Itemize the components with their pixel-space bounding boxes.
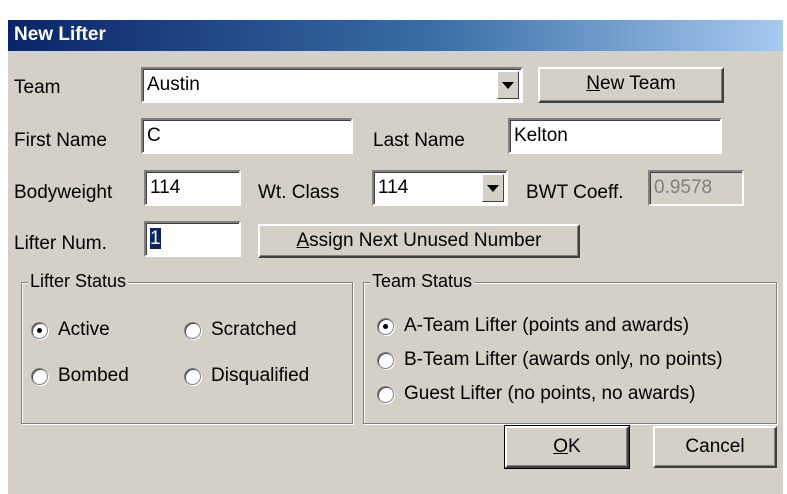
radio-icon [377,385,394,403]
last-name-field[interactable]: Kelton [508,118,722,154]
new-team-button[interactable]: New Team [538,67,724,103]
radio-disqualified[interactable]: Disqualified [184,365,309,387]
team-status-group: Team Status A-Team Lifter (points and aw… [363,271,777,424]
bodyweight-label: Bodyweight [14,182,113,203]
radio-guest[interactable]: Guest Lifter (no points, no awards) [377,383,695,405]
team-status-title: Team Status [370,271,475,292]
assign-next-number-button[interactable]: Assign Next Unused Number [258,224,580,258]
ok-button[interactable]: OK [504,425,630,469]
radio-scratched[interactable]: Scratched [184,319,297,341]
cancel-button[interactable]: Cancel [653,426,777,468]
chevron-down-icon[interactable] [482,174,504,202]
new-lifter-dialog: New Lifter Team Austin New Team First Na… [8,20,783,494]
team-label: Team [14,77,61,98]
lifter-status-group: Lifter Status Active Scratched Bombed Di… [21,271,353,424]
title-bar[interactable]: New Lifter [8,20,783,51]
radio-icon [31,367,48,385]
team-dropdown[interactable]: Austin [141,67,523,103]
bwt-coeff-field: 0.9578 [648,170,744,206]
first-name-field[interactable]: C [141,118,353,154]
lifter-status-title: Lifter Status [28,271,129,292]
window-title: New Lifter [14,24,106,45]
radio-selected-icon [31,321,48,339]
radio-a-team[interactable]: A-Team Lifter (points and awards) [377,315,689,337]
lifter-num-field[interactable]: 1 [144,221,241,257]
wt-class-dropdown[interactable]: 114 [372,170,508,206]
radio-selected-icon [377,317,394,335]
first-name-label: First Name [14,130,107,151]
team-value: Austin [147,74,200,95]
chevron-down-icon[interactable] [497,71,519,99]
radio-b-team[interactable]: B-Team Lifter (awards only, no points) [377,349,723,371]
last-name-label: Last Name [373,130,465,151]
radio-icon [184,321,201,339]
radio-icon [184,367,201,385]
bwt-coeff-label: BWT Coeff. [526,182,624,203]
lifter-num-label: Lifter Num. [14,233,107,254]
radio-icon [377,351,394,369]
radio-bombed[interactable]: Bombed [31,365,129,387]
radio-active[interactable]: Active [31,319,110,341]
wt-class-label: Wt. Class [258,182,340,203]
bodyweight-field[interactable]: 114 [144,170,241,206]
